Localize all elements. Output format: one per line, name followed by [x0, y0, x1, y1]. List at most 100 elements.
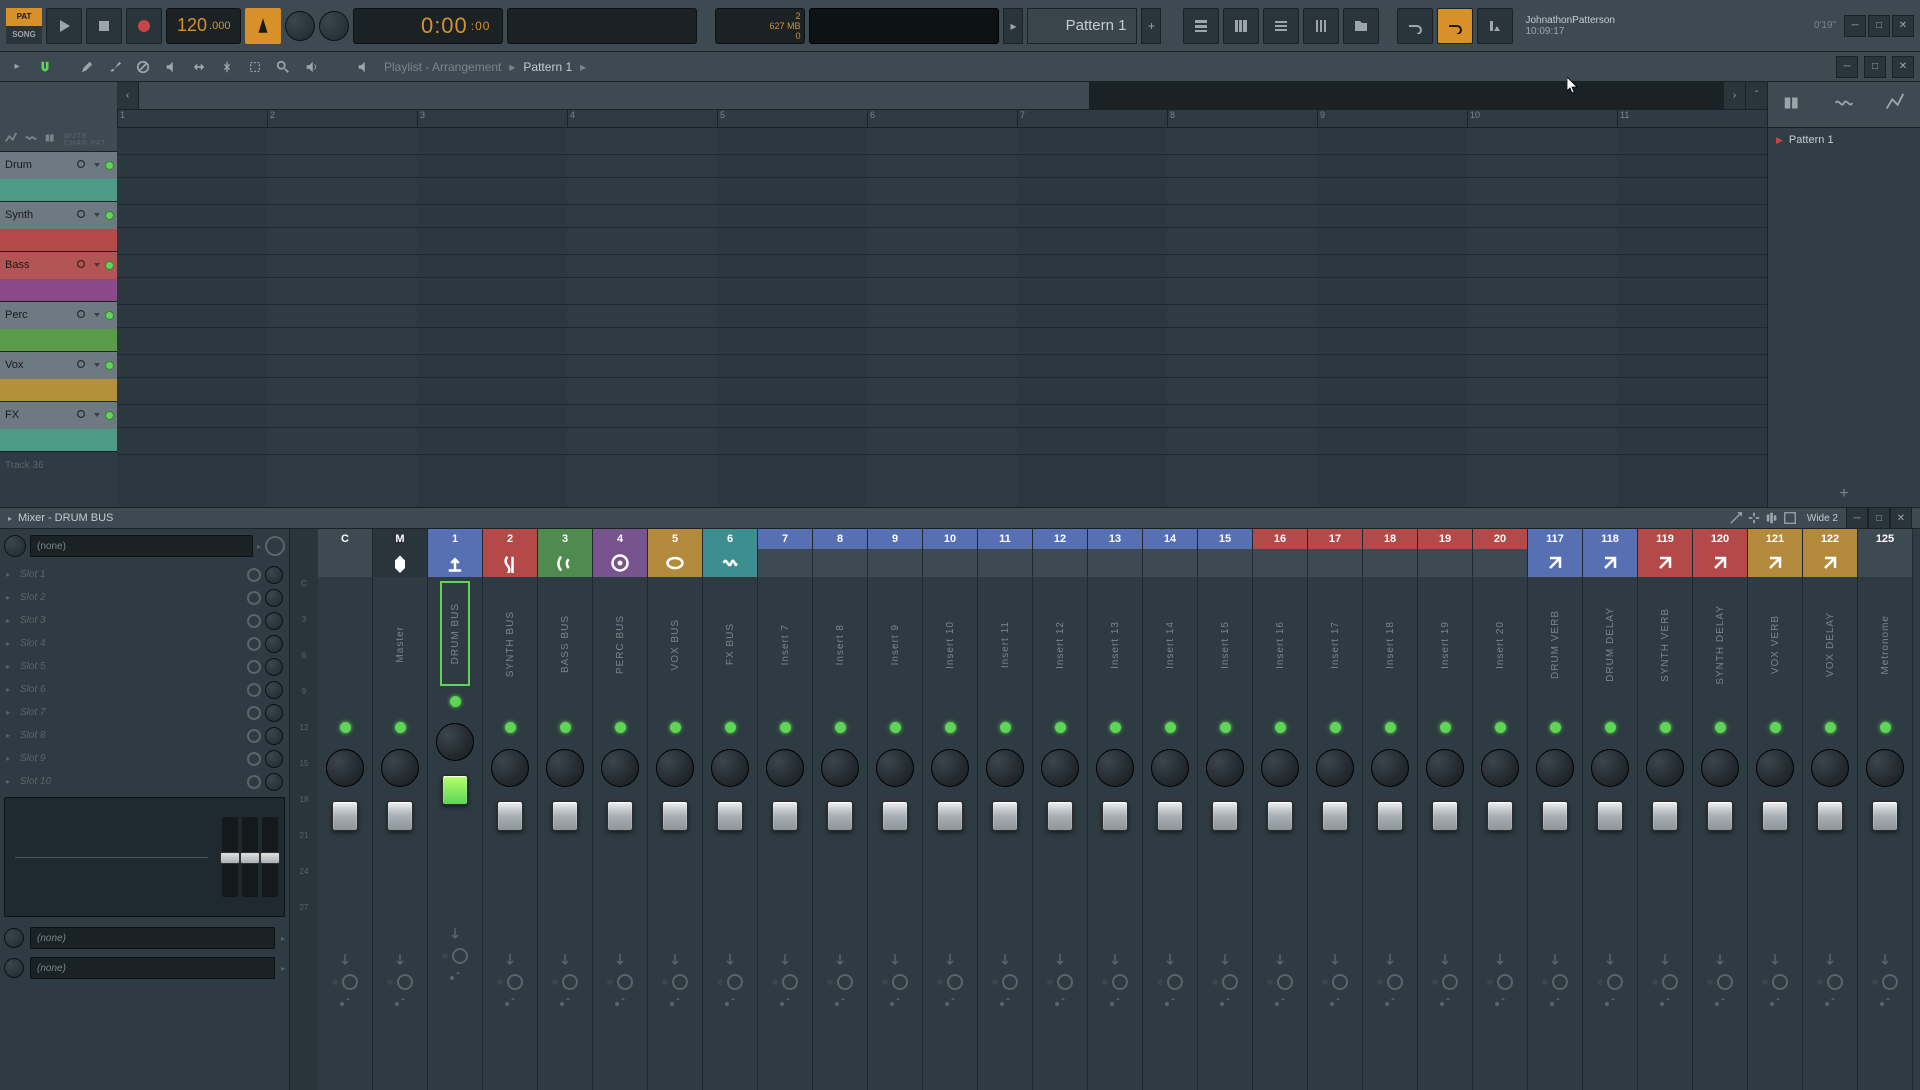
undo-button[interactable]: [1397, 8, 1433, 44]
mixer-strip-20[interactable]: 20 Insert 20 ˆ: [1473, 529, 1528, 1090]
pattern-item[interactable]: ▶Pattern 1: [1768, 128, 1920, 152]
picker-pattern-tab[interactable]: [1782, 92, 1804, 117]
slot-enable-led[interactable]: [247, 637, 261, 651]
strip-route-icon[interactable]: [338, 952, 352, 966]
track-body-3[interactable]: [0, 329, 117, 352]
song-position[interactable]: [507, 8, 697, 44]
strip-pan-knob[interactable]: [986, 749, 1024, 787]
strip-number[interactable]: 7: [758, 529, 812, 549]
strip-label[interactable]: PERC BUS: [615, 577, 626, 712]
play-button[interactable]: [46, 8, 82, 44]
strip-label[interactable]: Insert 14: [1165, 577, 1176, 712]
strip-volume-fader[interactable]: [1542, 801, 1568, 831]
maximize-button[interactable]: □: [1868, 15, 1890, 37]
slot-mix-knob[interactable]: [265, 704, 283, 722]
strip-mute-led[interactable]: [1770, 722, 1781, 733]
mixer-strip-119[interactable]: 119 SYNTH VERB ˆ: [1638, 529, 1693, 1090]
strip-mute-led[interactable]: [1605, 722, 1616, 733]
strip-label[interactable]: Insert 11: [1000, 577, 1011, 712]
strip-select-chevron[interactable]: ˆ: [1226, 998, 1229, 1009]
strip-mute-led[interactable]: [1495, 722, 1506, 733]
strip-mute-led[interactable]: [1275, 722, 1286, 733]
mixer-strip-8[interactable]: 8 Insert 8 ˆ: [813, 529, 868, 1090]
strip-route-icon[interactable]: [998, 952, 1012, 966]
strip-pan-knob[interactable]: [1701, 749, 1739, 787]
strip-label[interactable]: Insert 12: [1055, 577, 1066, 712]
eq-high-fader[interactable]: [262, 817, 278, 897]
strip-mute-led[interactable]: [835, 722, 846, 733]
fx-slot-7[interactable]: ▸Slot 7: [4, 701, 285, 724]
pattern-selector[interactable]: Pattern 1: [1027, 8, 1137, 44]
strip-route-icon[interactable]: [1273, 952, 1287, 966]
strip-number[interactable]: 122: [1803, 529, 1857, 549]
input-knob[interactable]: [4, 535, 26, 557]
strip-select-chevron[interactable]: ˆ: [951, 998, 954, 1009]
strip-select-chevron[interactable]: ˆ: [1006, 998, 1009, 1009]
strip-label[interactable]: VOX BUS: [670, 577, 681, 712]
strip-volume-fader[interactable]: [937, 801, 963, 831]
strip-mute-led[interactable]: [560, 722, 571, 733]
tool-zoom[interactable]: [272, 56, 294, 78]
strip-label[interactable]: Insert 13: [1110, 577, 1121, 712]
view-browser-button[interactable]: [1343, 8, 1379, 44]
strip-number[interactable]: 3: [538, 529, 592, 549]
swing-knob[interactable]: [285, 11, 315, 41]
strip-number[interactable]: M: [373, 529, 427, 549]
strip-pan-knob[interactable]: [546, 749, 584, 787]
slot-enable-led[interactable]: [247, 568, 261, 582]
mixer-strip-4[interactable]: 4 PERC BUS ˆ: [593, 529, 648, 1090]
strip-volume-fader[interactable]: [1047, 801, 1073, 831]
strip-pan-knob[interactable]: [381, 749, 419, 787]
strip-pan-knob[interactable]: [491, 749, 529, 787]
mixer-close-button[interactable]: ✕: [1890, 507, 1912, 529]
tempo-display[interactable]: 120.000: [166, 8, 241, 44]
arrangement-area[interactable]: [117, 128, 1767, 507]
slot-enable-led[interactable]: [247, 775, 261, 789]
strip-label[interactable]: VOX DELAY: [1825, 577, 1836, 712]
fx-slot-1[interactable]: ▸Slot 1: [4, 563, 285, 586]
track-body-5[interactable]: [0, 429, 117, 452]
eq-preview[interactable]: [4, 797, 285, 917]
mixer-max-button[interactable]: □: [1868, 507, 1890, 529]
slot-mix-knob[interactable]: [265, 727, 283, 745]
strip-route-icon[interactable]: [558, 952, 572, 966]
strip-number[interactable]: 6: [703, 529, 757, 549]
mixer-strip-125[interactable]: 125 Metronome ˆ: [1858, 529, 1913, 1090]
slot-enable-led[interactable]: [247, 683, 261, 697]
strip-number[interactable]: 119: [1638, 529, 1692, 549]
close-button[interactable]: ✕: [1892, 15, 1914, 37]
strip-mute-led[interactable]: [1165, 722, 1176, 733]
track-header-0[interactable]: Drum: [0, 152, 117, 179]
save-button[interactable]: [1437, 8, 1473, 44]
strip-volume-fader[interactable]: [442, 775, 468, 805]
strip-route-icon[interactable]: [1878, 952, 1892, 966]
track-header-4[interactable]: Vox: [0, 352, 117, 379]
strip-volume-fader[interactable]: [497, 801, 523, 831]
strip-mute-led[interactable]: [670, 722, 681, 733]
strip-number[interactable]: 14: [1143, 529, 1197, 549]
strip-route-icon[interactable]: [503, 952, 517, 966]
strip-volume-fader[interactable]: [1707, 801, 1733, 831]
output-knob-1[interactable]: [4, 928, 24, 948]
strip-route-icon[interactable]: [1603, 952, 1617, 966]
mixer-strip-M[interactable]: M Master ˆ: [373, 529, 428, 1090]
strip-number[interactable]: 118: [1583, 529, 1637, 549]
input-led[interactable]: [265, 536, 285, 556]
slot-mix-knob[interactable]: [265, 773, 283, 791]
strip-route-icon[interactable]: [1493, 952, 1507, 966]
strip-pan-knob[interactable]: [656, 749, 694, 787]
strip-mute-led[interactable]: [725, 722, 736, 733]
chevron-down-icon[interactable]: [92, 360, 102, 370]
output-selector-2[interactable]: (none): [30, 957, 275, 979]
strip-pan-knob[interactable]: [1316, 749, 1354, 787]
fx-slot-3[interactable]: ▸Slot 3: [4, 609, 285, 632]
strip-route-icon[interactable]: [723, 952, 737, 966]
strip-select-chevron[interactable]: ˆ: [1116, 998, 1119, 1009]
strip-label[interactable]: Metronome: [1880, 577, 1891, 712]
chevron-down-icon[interactable]: [92, 310, 102, 320]
timeline-ruler[interactable]: 1234567891011: [117, 110, 1767, 128]
strip-number[interactable]: 121: [1748, 529, 1802, 549]
fx-slot-6[interactable]: ▸Slot 6: [4, 678, 285, 701]
strip-label[interactable]: DRUM VERB: [1550, 577, 1561, 712]
mixer-strip-3[interactable]: 3 BASS BUS ˆ: [538, 529, 593, 1090]
